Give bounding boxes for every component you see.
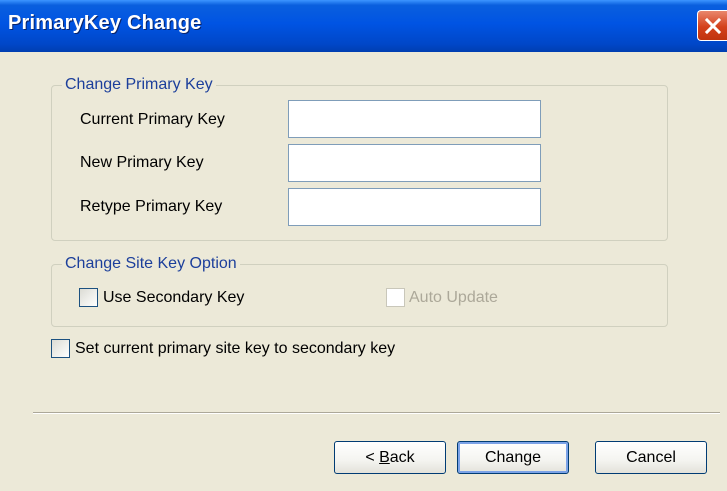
auto-update-checkbox (386, 288, 405, 307)
separator (33, 412, 720, 414)
cancel-button[interactable]: Cancel (595, 441, 707, 474)
title-bar[interactable]: PrimaryKey Change (0, 0, 727, 52)
use-secondary-key-checkbox[interactable] (79, 288, 98, 307)
back-button[interactable]: < Back (334, 441, 446, 474)
back-button-mnemonic: B (379, 449, 390, 466)
auto-update-label: Auto Update (409, 289, 498, 306)
back-button-rest: ack (389, 449, 415, 466)
set-current-key-label[interactable]: Set current primary site key to secondar… (75, 339, 395, 359)
change-button[interactable]: Change (457, 441, 569, 474)
new-primary-key-label: New Primary Key (80, 154, 204, 171)
back-button-prefix: < (365, 449, 380, 466)
window-title: PrimaryKey Change (8, 12, 202, 34)
site-key-option-legend: Change Site Key Option (62, 254, 240, 274)
retype-primary-key-input[interactable] (288, 188, 541, 226)
current-primary-key-input[interactable] (288, 100, 541, 138)
close-button[interactable] (697, 10, 727, 41)
set-current-key-checkbox[interactable] (51, 339, 70, 358)
retype-primary-key-label: Retype Primary Key (80, 198, 223, 215)
use-secondary-key-label[interactable]: Use Secondary Key (103, 288, 244, 308)
current-primary-key-label: Current Primary Key (80, 111, 225, 128)
change-primary-key-legend: Change Primary Key (62, 75, 216, 95)
new-primary-key-input[interactable] (288, 144, 541, 182)
close-icon (704, 17, 722, 35)
